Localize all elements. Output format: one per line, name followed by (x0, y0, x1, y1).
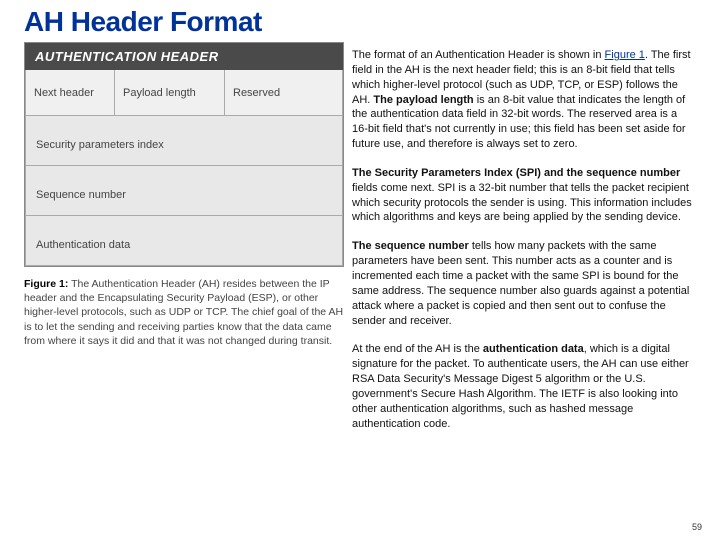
diagram-header: AUTHENTICATION HEADER (25, 43, 343, 70)
page-number: 59 (692, 522, 702, 532)
field-spi: Security parameters index (25, 116, 343, 166)
figure-1-link[interactable]: Figure 1 (605, 49, 645, 61)
field-authentication-data: Authentication data (25, 216, 343, 266)
caption-label: Figure 1: (24, 278, 68, 290)
right-column: The format of an Authentication Header i… (352, 42, 696, 445)
field-payload-length: Payload length (115, 70, 225, 116)
paragraph-1: The format of an Authentication Header i… (352, 48, 696, 152)
field-sequence-number: Sequence number (25, 166, 343, 216)
ah-header-diagram: AUTHENTICATION HEADER Next header Payloa… (24, 42, 344, 267)
field-reserved: Reserved (225, 70, 343, 116)
diagram-row-1: Next header Payload length Reserved (25, 70, 343, 116)
caption-text: The Authentication Header (AH) resides b… (24, 278, 343, 347)
paragraph-2: The Security Parameters Index (SPI) and … (352, 166, 696, 225)
left-column: AUTHENTICATION HEADER Next header Payloa… (24, 42, 344, 445)
field-next-header: Next header (25, 70, 115, 116)
figure-caption: Figure 1: The Authentication Header (AH)… (24, 277, 344, 348)
paragraph-4: At the end of the AH is the authenticati… (352, 342, 696, 431)
page-title: AH Header Format (24, 6, 696, 38)
paragraph-3: The sequence number tells how many packe… (352, 239, 696, 328)
